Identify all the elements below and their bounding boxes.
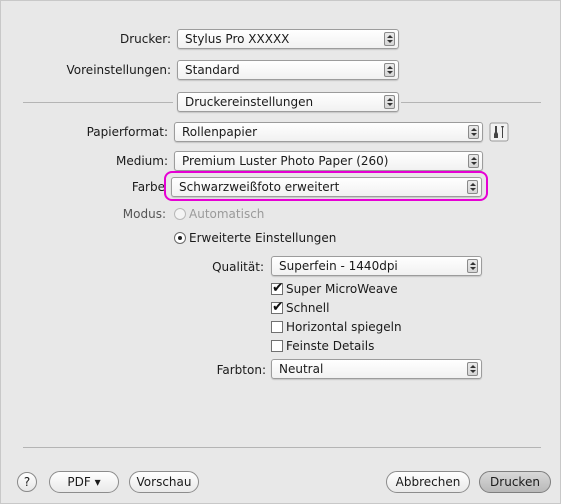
feinste-details-checkbox[interactable] [271, 340, 283, 352]
popup-arrows-icon [467, 259, 478, 273]
vorschau-button[interactable]: Vorschau [129, 471, 199, 493]
modus-label: Modus: [122, 207, 166, 221]
pdf-button[interactable]: PDF ▾ [49, 471, 119, 493]
feinste-details-label: Feinste Details [286, 339, 375, 353]
qualitaet-label: Qualität: [212, 260, 264, 274]
panel-value: Druckereinstellungen [185, 95, 314, 109]
popup-arrows-icon [468, 125, 479, 139]
separator-left [23, 102, 173, 103]
medium-value: Premium Luster Photo Paper (260) [182, 154, 389, 168]
voreinstellungen-value: Standard [185, 63, 240, 77]
medium-popup[interactable]: Premium Luster Photo Paper (260) [174, 151, 483, 171]
popup-arrows-icon [467, 362, 478, 376]
checkmark-icon: ✔ [272, 299, 284, 315]
automatisch-label: Automatisch [189, 207, 265, 221]
bottom-separator [23, 447, 541, 448]
automatisch-radio[interactable] [174, 208, 186, 220]
super-microweave-label: Super MicroWeave [286, 282, 398, 296]
panel-popup[interactable]: Druckereinstellungen [177, 92, 399, 112]
erweitert-radio[interactable] [174, 232, 186, 244]
papierformat-value: Rollenpapier [182, 125, 258, 139]
drucken-button[interactable]: Drucken [479, 471, 551, 493]
popup-arrows-icon [468, 154, 479, 168]
drucker-popup[interactable]: Stylus Pro XXXXX [177, 29, 399, 49]
papierformat-label: Papierformat: [86, 125, 168, 139]
checkmark-icon: ✔ [272, 280, 284, 296]
abbrechen-button[interactable]: Abbrechen [386, 471, 470, 493]
farbton-popup[interactable]: Neutral [271, 359, 482, 379]
popup-arrows-icon [384, 63, 395, 77]
voreinstellungen-label: Voreinstellungen: [66, 63, 171, 77]
horizontal-spiegeln-label: Horizontal spiegeln [286, 320, 402, 334]
help-button[interactable]: ? [17, 472, 37, 492]
schnell-label: Schnell [286, 301, 330, 315]
separator-right [401, 102, 541, 103]
qualitaet-popup[interactable]: Superfein - 1440dpi [271, 256, 482, 276]
print-dialog: Drucker: Stylus Pro XXXXX Voreinstellung… [0, 0, 561, 504]
farbton-label: Farbton: [216, 363, 266, 377]
super-microweave-checkbox[interactable]: ✔ [271, 280, 284, 296]
erweitert-label: Erweiterte Einstellungen [189, 231, 337, 245]
qualitaet-value: Superfein - 1440dpi [279, 259, 398, 273]
drucker-value: Stylus Pro XXXXX [185, 32, 290, 46]
voreinstellungen-popup[interactable]: Standard [177, 60, 399, 80]
popup-arrows-icon [384, 95, 395, 109]
horizontal-spiegeln-checkbox[interactable] [271, 321, 283, 333]
medium-label: Medium: [115, 154, 168, 168]
drucker-label: Drucker: [119, 32, 171, 46]
farbe-label: Farbe [131, 180, 165, 194]
highlight-frame [164, 171, 488, 201]
farbton-value: Neutral [279, 362, 324, 376]
popup-arrows-icon [384, 32, 395, 46]
tools-icon[interactable] [489, 122, 509, 142]
schnell-checkbox[interactable]: ✔ [271, 299, 284, 315]
papierformat-popup[interactable]: Rollenpapier [174, 122, 483, 142]
